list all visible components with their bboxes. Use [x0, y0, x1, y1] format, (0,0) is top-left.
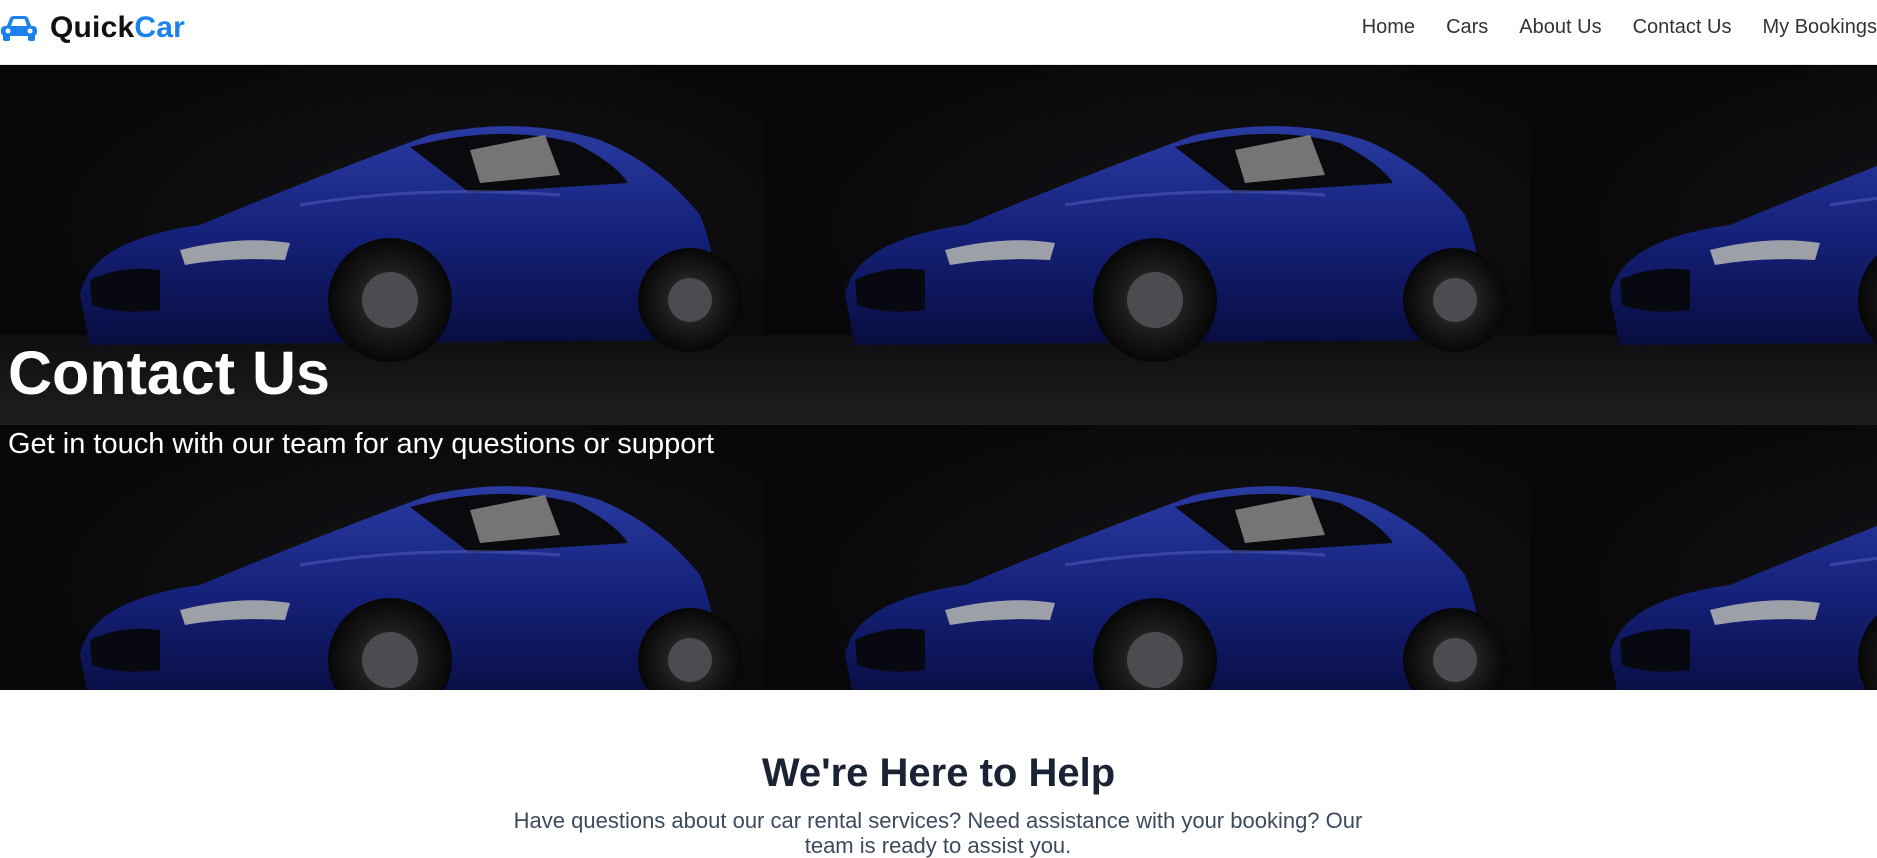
car-icon: [0, 14, 38, 42]
hero-banner: Contact Us Get in touch with our team fo…: [0, 65, 1877, 690]
nav-my-bookings[interactable]: My Bookings: [1747, 15, 1877, 39]
page-subtitle: Get in touch with our team for any quest…: [8, 428, 715, 460]
top-navbar: QuickCar Home Cars About Us Contact Us M…: [0, 0, 1877, 65]
nav-cars[interactable]: Cars: [1431, 15, 1504, 39]
page-title: Contact Us: [8, 339, 330, 407]
nav-home[interactable]: Home: [1346, 15, 1430, 39]
brand-logo-link[interactable]: QuickCar: [0, 10, 185, 46]
nav-contact-us[interactable]: Contact Us: [1617, 15, 1747, 39]
brand-name-part1: Quick: [50, 11, 135, 44]
help-title: We're Here to Help: [761, 751, 1116, 795]
nav-about-us[interactable]: About Us: [1504, 15, 1617, 39]
help-section: We're Here to Help Have questions about …: [0, 690, 1877, 858]
brand-name: QuickCar: [50, 11, 185, 45]
main-nav: Home Cars About Us Contact Us My Booking…: [1346, 15, 1877, 39]
help-description: Have questions about our car rental serv…: [513, 808, 1363, 858]
brand-name-part2: Car: [134, 11, 185, 44]
